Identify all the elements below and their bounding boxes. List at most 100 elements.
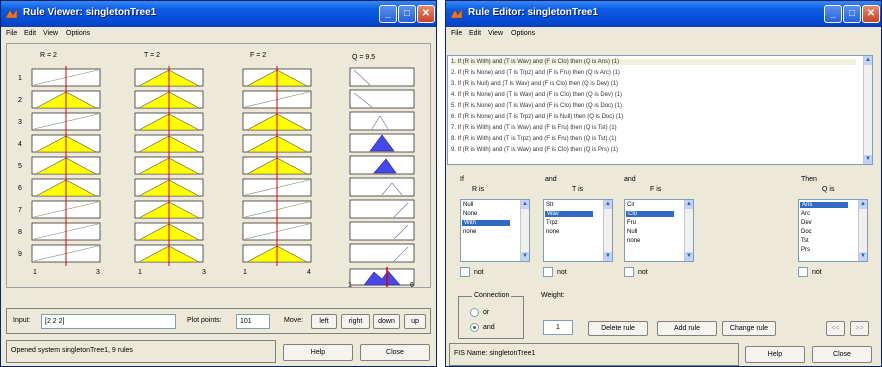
r-is-label: R is — [472, 186, 485, 193]
input-vector-field[interactable]: [2 2 2] — [41, 314, 176, 329]
list-item[interactable]: With — [462, 220, 510, 226]
rule-plot-area[interactable]: R = 2 T = 2 F = 2 Q = 9.5 123456789 1 3 … — [6, 43, 432, 289]
list-item[interactable]: Dev — [801, 220, 812, 226]
close-window-button[interactable]: ✕ — [862, 5, 880, 23]
list-scrollbar[interactable]: ▲ ▼ — [603, 200, 612, 261]
menu-edit[interactable]: Edit — [469, 30, 481, 37]
weight-label: Weight: — [541, 292, 565, 299]
minimize-button[interactable]: _ — [824, 5, 842, 23]
change-rule-button[interactable]: Change rule — [722, 321, 776, 336]
rule-item[interactable]: 1. If (R is With) and (T is Wav) and (F … — [451, 59, 856, 65]
rule-item[interactable]: 9. If (R is With) and (T is Wav) and (F … — [451, 147, 618, 153]
or-radio[interactable] — [470, 308, 479, 317]
menu-options[interactable]: Options — [511, 30, 535, 37]
prev-button[interactable]: << — [826, 321, 845, 336]
next-button[interactable]: >> — [850, 321, 869, 336]
rules-scrollbar[interactable]: ▲ ▼ — [863, 56, 872, 164]
rule-item[interactable]: 2. If (R is None) and (T is Trpz) and (F… — [451, 70, 620, 76]
rule-item[interactable]: 5. If (R is None) and (T is Wav) and (F … — [451, 103, 622, 109]
add-rule-button[interactable]: Add rule — [657, 321, 717, 336]
q-not-checkbox[interactable] — [798, 267, 808, 277]
move-right-button[interactable]: right — [341, 314, 370, 329]
output-mf-box[interactable] — [349, 221, 415, 241]
f-membership-list[interactable]: Cir Clo Fru Null none ▲ ▼ — [624, 199, 694, 262]
plot-points-field[interactable]: 101 — [236, 314, 270, 329]
f-not-checkbox[interactable] — [624, 267, 634, 277]
r-not-checkbox[interactable] — [460, 267, 470, 277]
t-membership-list[interactable]: Str Wav Trpz none ▲ ▼ — [543, 199, 613, 262]
list-scrollbar[interactable]: ▲ ▼ — [520, 200, 529, 261]
list-item[interactable]: Clo — [626, 211, 674, 217]
menu-file[interactable]: File — [451, 30, 462, 37]
scroll-up-arrow-icon[interactable]: ▲ — [685, 200, 693, 209]
viewer-status-bar: Opened system singletonTree1, 9 rules — [6, 340, 276, 363]
list-item[interactable]: Arc — [801, 211, 810, 217]
list-item[interactable]: Cir — [627, 202, 635, 208]
list-item[interactable]: Fru — [627, 220, 636, 226]
scroll-down-arrow-icon[interactable]: ▼ — [521, 252, 529, 261]
scroll-down-arrow-icon[interactable]: ▼ — [604, 252, 612, 261]
rule-item[interactable]: 4. If (R is None) and (T is Wav) and (F … — [451, 92, 622, 98]
list-item[interactable]: Tst — [801, 238, 809, 244]
rule-item[interactable]: 3. If (R is Null) and (T is Wav) and (F … — [451, 81, 618, 87]
input-f-header: F = 2 — [250, 52, 266, 59]
rule-item[interactable]: 6. If (R is None) and (T is Trpz) and (F… — [451, 114, 623, 120]
scroll-down-arrow-icon[interactable]: ▼ — [864, 155, 872, 164]
list-item[interactable]: Trpz — [546, 220, 558, 226]
list-scrollbar[interactable]: ▲ ▼ — [684, 200, 693, 261]
maximize-button[interactable]: □ — [398, 5, 416, 23]
maximize-button[interactable]: □ — [843, 5, 861, 23]
scroll-up-arrow-icon[interactable]: ▲ — [521, 200, 529, 209]
move-up-button[interactable]: up — [404, 314, 426, 329]
output-mf-box[interactable] — [349, 89, 415, 109]
f-is-label: F is — [650, 186, 662, 193]
list-item[interactable]: None — [463, 211, 477, 217]
scroll-down-arrow-icon[interactable]: ▼ — [685, 252, 693, 261]
output-mf-box[interactable] — [349, 177, 415, 197]
rule-item[interactable]: 7. If (R is With) and (T is Wav) and (F … — [451, 125, 617, 131]
scroll-down-arrow-icon[interactable]: ▼ — [859, 252, 867, 261]
scroll-up-arrow-icon[interactable]: ▲ — [859, 200, 867, 209]
scroll-up-arrow-icon[interactable]: ▲ — [864, 56, 872, 65]
output-mf-box[interactable] — [349, 243, 415, 263]
menu-view[interactable]: View — [43, 30, 58, 37]
weight-field[interactable]: 1 — [543, 320, 573, 335]
rules-listbox[interactable]: 1. If (R is With) and (T is Wav) and (F … — [447, 55, 873, 165]
editor-close-button[interactable]: Close — [812, 346, 872, 363]
close-window-button[interactable]: ✕ — [417, 5, 435, 23]
output-mf-box[interactable] — [349, 67, 415, 87]
list-item[interactable]: Ans — [800, 202, 848, 208]
scroll-up-arrow-icon[interactable]: ▲ — [604, 200, 612, 209]
and-radio[interactable] — [470, 323, 479, 332]
output-mf-box[interactable] — [349, 199, 415, 219]
rule-item[interactable]: 8. If (R is With) and (T is Trpz) and (F… — [451, 136, 616, 142]
menu-edit[interactable]: Edit — [24, 30, 36, 37]
list-item[interactable]: Wav — [545, 211, 593, 217]
viewer-title-bar[interactable]: Rule Viewer: singletonTree1 _ □ ✕ — [1, 1, 436, 27]
list-item[interactable]: Doc — [801, 229, 812, 235]
editor-title-bar[interactable]: Rule Editor: singletonTree1 _ □ ✕ — [446, 1, 881, 27]
list-scrollbar[interactable]: ▲ ▼ — [858, 200, 867, 261]
list-item[interactable]: none — [627, 238, 640, 244]
delete-rule-button[interactable]: Delete rule — [588, 321, 648, 336]
viewer-help-button[interactable]: Help — [283, 344, 353, 361]
list-item[interactable]: Str — [546, 202, 554, 208]
r-membership-list[interactable]: Null None With none ▲ ▼ — [460, 199, 530, 262]
menu-file[interactable]: File — [6, 30, 17, 37]
list-item[interactable]: Null — [463, 202, 473, 208]
list-item[interactable]: none — [546, 229, 559, 235]
viewer-close-button[interactable]: Close — [360, 344, 430, 361]
move-down-button[interactable]: down — [373, 314, 400, 329]
editor-help-button[interactable]: Help — [745, 346, 805, 363]
list-item[interactable]: none — [463, 229, 476, 235]
list-item[interactable]: Null — [627, 229, 637, 235]
move-left-button[interactable]: left — [311, 314, 337, 329]
t-not-checkbox[interactable] — [543, 267, 553, 277]
minimize-button[interactable]: _ — [379, 5, 397, 23]
list-item[interactable]: Prs — [801, 247, 810, 253]
menu-view[interactable]: View — [488, 30, 503, 37]
output-mf-box[interactable] — [349, 111, 415, 131]
q-membership-list[interactable]: Ans Arc Dev Doc Tst Prs ▲ ▼ — [798, 199, 868, 262]
membership-plots[interactable]: R = 2 T = 2 F = 2 Q = 9.5 123456789 1 3 … — [7, 44, 432, 289]
menu-options[interactable]: Options — [66, 30, 90, 37]
